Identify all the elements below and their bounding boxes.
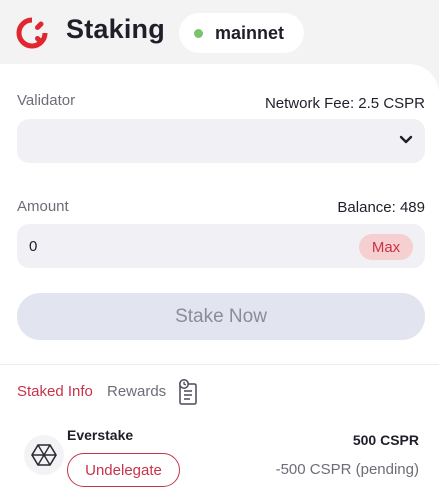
amount-input[interactable] [29, 236, 329, 256]
undelegate-button[interactable]: Undelegate [67, 453, 180, 487]
network-status-dot [194, 28, 203, 38]
amount-label: Amount [17, 198, 69, 215]
max-button[interactable]: Max [359, 234, 413, 260]
pending-amount: -500 CSPR (pending) [275, 461, 419, 478]
validator-name: Everstake [67, 427, 134, 443]
chevron-down-icon [399, 135, 413, 144]
everstake-icon [24, 435, 64, 475]
network-fee: Network Fee: 2.5 CSPR [264, 95, 425, 112]
network-label: mainnet [215, 22, 285, 43]
app-header: Staking mainnet [0, 0, 439, 66]
validator-label: Validator [17, 92, 76, 109]
network-selector[interactable]: mainnet [179, 13, 304, 53]
validator-select[interactable] [17, 119, 425, 163]
stake-now-button[interactable]: Stake Now [17, 293, 425, 340]
history-icon[interactable] [176, 378, 200, 406]
balance: Balance: 489 [337, 199, 425, 216]
amount-field[interactable]: Max [17, 224, 425, 268]
casper-logo-icon [16, 17, 48, 49]
section-divider [0, 364, 439, 365]
tab-staked-info[interactable]: Staked Info [17, 383, 93, 400]
staked-amount: 500 CSPR [352, 432, 419, 448]
tab-rewards[interactable]: Rewards [107, 383, 166, 400]
page-title: Staking [66, 14, 165, 44]
